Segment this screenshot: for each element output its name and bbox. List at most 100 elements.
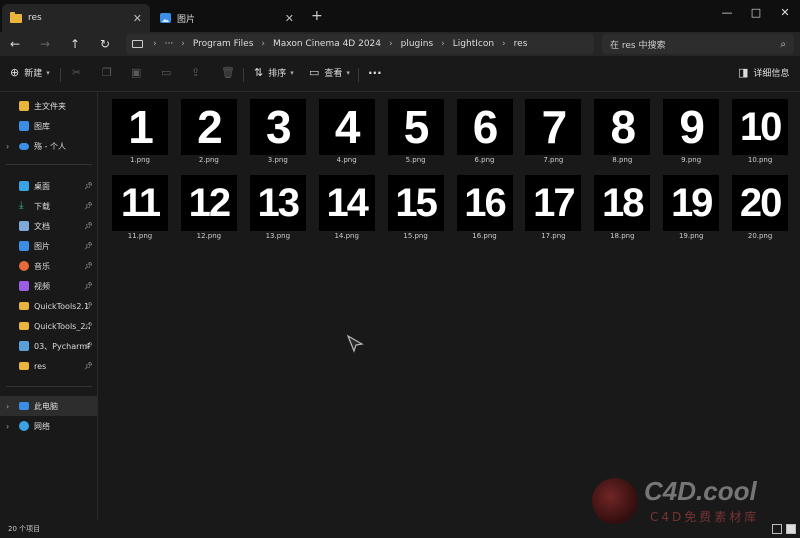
breadcrumb-res[interactable]: res [514,39,528,49]
file-name: 17.png [541,232,566,240]
new-tab-button[interactable]: + [311,8,323,24]
sort-button[interactable]: ⇅ 排序 ▾ [254,66,294,79]
pin-icon: 📌︎ [84,242,93,250]
paste-button[interactable]: ▣ [131,66,146,79]
file-item[interactable]: 9 9.png [659,93,721,167]
home-icon [19,101,29,111]
address-bar[interactable]: › ··· › Program Files › Maxon Cinema 4D … [126,34,594,54]
breadcrumb-program-files[interactable]: Program Files [193,39,254,49]
view-button[interactable]: ▭ 查看 ▾ [309,66,350,79]
delete-button[interactable]: 🗑︎ [221,66,240,79]
file-name: 1.png [129,156,150,164]
pictures-icon [19,241,29,251]
sidebar-item-desktop[interactable]: 桌面 📌︎ [0,176,97,196]
file-item[interactable]: 16 16.png [453,169,515,243]
sidebar-item-network[interactable]: › 网络 [0,416,97,436]
refresh-button[interactable]: ↻ [96,35,114,53]
new-button[interactable]: ⊕ 新建 ▾ [10,66,50,79]
breadcrumb-more[interactable]: ··· [165,39,174,49]
sidebar-item-label: 桌面 [34,181,50,191]
breadcrumb-cinema4d[interactable]: Maxon Cinema 4D 2024 [273,39,381,49]
file-thumbnail: 10 [732,99,789,155]
cut-button[interactable]: ✂ [72,66,86,79]
file-item[interactable]: 5 5.png [384,93,446,167]
file-name: 14.png [334,232,359,240]
close-window-button[interactable]: ✕ [770,6,800,19]
sidebar-item-downloads[interactable]: ⤓ 下载 📌︎ [0,196,97,216]
file-item[interactable]: 14 14.png [315,169,377,243]
details-pane-button[interactable]: ◨ 详细信息 [738,66,789,79]
file-item[interactable]: 19 19.png [659,169,721,243]
sidebar-item-label: 网络 [34,421,50,431]
file-item[interactable]: 12 12.png [177,169,239,243]
file-item[interactable]: 13 13.png [246,169,308,243]
file-item[interactable]: 4 4.png [315,93,377,167]
chevron-right-icon: › [6,421,10,431]
sidebar-item-onedrive[interactable]: › 殇 - 个人 [0,136,97,156]
gallery-icon [19,121,29,131]
file-item[interactable]: 2 2.png [177,93,239,167]
sidebar-item-gallery[interactable]: 图库 [0,116,97,136]
sidebar-item-music[interactable]: 音乐 📌︎ [0,256,97,276]
up-button[interactable]: ↑ [66,35,84,53]
rename-button[interactable]: ▭ [161,66,176,79]
file-name: 13.png [265,232,291,240]
divider [60,68,61,82]
more-options-button[interactable]: ··· [368,66,382,80]
file-item[interactable]: 18 18.png [590,169,652,243]
close-tab-icon[interactable]: ✕ [285,12,294,25]
close-tab-icon[interactable]: ✕ [133,12,142,25]
sidebar-item-documents[interactable]: 文档 📌︎ [0,216,97,236]
file-item[interactable]: 10 10.png [728,93,790,167]
breadcrumb-plugins[interactable]: plugins [401,39,434,49]
file-view[interactable]: 1 1.png 2 2.png 3 3.png 4 4.png 5 5.png 6 6.png 7 7.p… [99,93,800,520]
file-thumbnail: 15 [387,175,444,231]
file-name: 18.png [610,232,635,240]
sidebar-item-res[interactable]: res 📌︎ [0,356,97,376]
minimize-button[interactable]: — [712,6,742,19]
chevron-right-icon: › [6,141,10,151]
desktop-icon [19,181,29,191]
file-thumbnail: 13 [249,175,306,231]
file-thumbnail: 11 [112,175,168,231]
copy-button[interactable]: ❐ [102,66,117,79]
sidebar-item-quicktools-22[interactable]: QuickTools_2.2 📌︎ [0,316,97,336]
sidebar-item-this-pc[interactable]: › 此电脑 [0,396,97,416]
sidebar-item-videos[interactable]: 视频 📌︎ [0,276,97,296]
sidebar-item-pycharm[interactable]: 03、PycharmPr 📌︎ [0,336,97,356]
picture-icon [160,13,171,23]
breadcrumb-lighticon[interactable]: LightIcon [453,39,494,49]
tab-pictures[interactable]: 图片 ✕ [152,4,302,32]
sidebar-item-quicktools-21[interactable]: QuickTools2.1. 📌︎ [0,296,97,316]
file-item[interactable]: 7 7.png [521,93,583,167]
file-item[interactable]: 1 1.png [108,93,170,167]
forward-button[interactable]: → [36,35,54,53]
file-item[interactable]: 6 6.png [453,93,515,167]
sidebar-item-label: res [34,361,47,371]
sidebar-item-home[interactable]: 主文件夹 [0,96,97,116]
file-item[interactable]: 11 11.png [108,169,170,243]
tab-res[interactable]: res ✕ [2,4,150,32]
chevron-right-icon: › [153,39,157,49]
sidebar-item-label: 音乐 [34,261,50,271]
search-input[interactable]: 在 res 中搜索 [610,38,780,51]
pin-icon: 📌︎ [84,282,93,290]
file-item[interactable]: 20 20.png [728,169,790,243]
watermark-title: C4D.cool [644,476,757,506]
file-thumbnail: 9 [663,99,720,155]
file-thumbnail: 20 [732,175,789,231]
search-box[interactable]: 在 res 中搜索 ⌕ [602,34,794,54]
file-item[interactable]: 15 15.png [384,169,446,243]
back-button[interactable]: ← [6,35,24,53]
item-count: 20 个项目 [8,525,41,533]
maximize-button[interactable]: □ [741,6,771,19]
tab-label: res [28,13,42,23]
file-item[interactable]: 8 8.png [590,93,652,167]
file-name: 12.png [196,232,222,240]
sidebar-item-pictures[interactable]: 图片 📌︎ [0,236,97,256]
file-item[interactable]: 3 3.png [246,93,308,167]
file-item[interactable]: 17 17.png [521,169,583,243]
watermark-subtitle: C4D免费素材库 [650,510,760,524]
share-button[interactable]: ⇪ [191,66,205,79]
copy-icon: ❐ [102,66,112,79]
